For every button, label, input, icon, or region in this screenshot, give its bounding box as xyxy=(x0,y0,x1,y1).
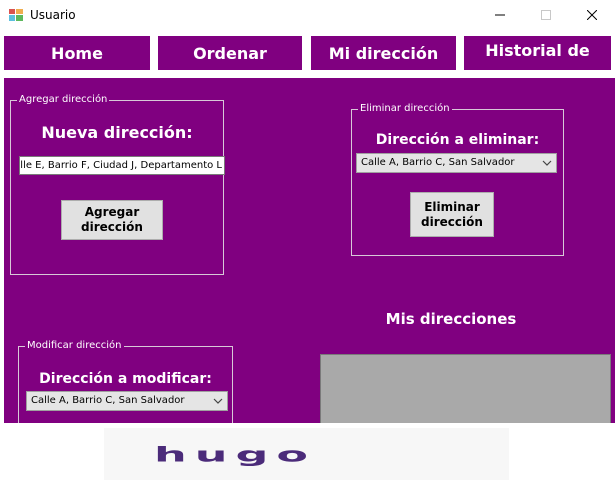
add-address-button-line1: Agregar xyxy=(84,205,140,219)
my-addresses-list[interactable] xyxy=(320,354,611,425)
delete-address-select[interactable]: Calle A, Barrio C, San Salvador xyxy=(356,153,557,173)
chevron-down-icon xyxy=(213,398,223,404)
delete-address-button-line2: dirección xyxy=(421,214,483,229)
minimize-button[interactable] xyxy=(477,0,523,30)
window-title: Usuario xyxy=(30,8,76,22)
modify-address-selected: Calle A, Barrio C, San Salvador xyxy=(31,395,185,406)
close-button[interactable] xyxy=(569,0,615,30)
add-address-heading: Nueva dirección: xyxy=(41,123,193,142)
my-addresses-heading: Mis direcciones xyxy=(385,310,517,328)
app-window: Usuario Home Ordenar Mi dirección Histor… xyxy=(0,0,615,485)
delete-address-button-line1: Eliminar xyxy=(424,199,480,214)
delete-address-button[interactable]: Eliminar dirección xyxy=(410,192,494,237)
modify-address-heading: Dirección a modificar: xyxy=(39,371,212,387)
delete-address-legend: Eliminar dirección xyxy=(358,102,452,116)
maximize-button[interactable] xyxy=(523,0,569,30)
close-icon xyxy=(587,10,597,20)
logo-text: hugo xyxy=(154,442,317,467)
add-address-legend: Agregar dirección xyxy=(17,93,110,107)
add-address-button-line2: dirección xyxy=(81,220,143,234)
add-address-group: Agregar dirección Nueva dirección: Calle… xyxy=(10,93,225,275)
nav-bar: Home Ordenar Mi dirección Historial de xyxy=(0,32,615,74)
nav-ordenar-button[interactable]: Ordenar xyxy=(158,36,302,70)
maximize-icon xyxy=(541,10,551,20)
nav-mi-direccion-button[interactable]: Mi dirección xyxy=(311,36,456,70)
chevron-down-icon xyxy=(542,160,552,166)
hugo-logo: hugo xyxy=(104,428,509,480)
minimize-icon xyxy=(495,14,505,16)
new-address-value: Calle E, Barrio F, Ciudad J, Departament… xyxy=(19,160,222,171)
app-icon xyxy=(9,9,23,21)
title-bar: Usuario xyxy=(0,0,615,32)
delete-address-selected: Calle A, Barrio C, San Salvador xyxy=(361,157,515,168)
modify-address-legend: Modificar dirección xyxy=(25,339,124,353)
delete-address-group: Eliminar dirección Dirección a eliminar:… xyxy=(351,102,564,256)
nav-historial-button[interactable]: Historial de xyxy=(464,36,611,70)
modify-address-select[interactable]: Calle A, Barrio C, San Salvador xyxy=(26,391,228,411)
new-address-input[interactable]: Calle E, Barrio F, Ciudad J, Departament… xyxy=(19,156,225,175)
add-address-button[interactable]: Agregar dirección xyxy=(61,200,163,240)
main-panel: Agregar dirección Nueva dirección: Calle… xyxy=(4,78,615,437)
nav-home-button[interactable]: Home xyxy=(4,36,150,70)
delete-address-heading: Dirección a eliminar: xyxy=(375,132,540,148)
